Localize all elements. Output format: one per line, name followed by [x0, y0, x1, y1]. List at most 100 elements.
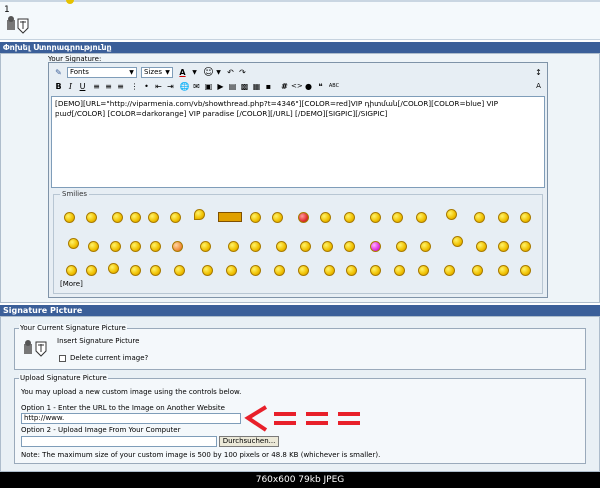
- switch-mode-icon[interactable]: ✎: [53, 67, 64, 78]
- smiley-icon[interactable]: [110, 241, 121, 252]
- smiley-icon[interactable]: [130, 212, 141, 223]
- smiley-icon[interactable]: [392, 212, 403, 223]
- gallery-icon[interactable]: ▩: [239, 81, 250, 92]
- balloon-smiley-icon[interactable]: [194, 209, 205, 220]
- smiley-icon[interactable]: [300, 241, 311, 252]
- align-right-icon[interactable]: ≡: [115, 81, 126, 92]
- sign-smiley-icon[interactable]: [218, 212, 242, 222]
- smiley-icon[interactable]: [68, 238, 79, 249]
- smiley-icon[interactable]: [452, 236, 463, 247]
- image-url-input[interactable]: http://www.: [21, 413, 241, 424]
- video-icon[interactable]: ▶: [215, 81, 226, 92]
- html-code-icon[interactable]: <>: [291, 81, 303, 92]
- smiley-icon[interactable]: [172, 241, 183, 252]
- smiley-icon[interactable]: [394, 265, 405, 276]
- align-center-icon[interactable]: ≡: [103, 81, 114, 92]
- smiley-icon[interactable]: [474, 212, 485, 223]
- smiley-icon[interactable]: [200, 241, 211, 252]
- smiley-icon[interactable]: [112, 212, 123, 223]
- delete-image-checkbox[interactable]: [59, 355, 66, 362]
- smiley-icon[interactable]: [88, 241, 99, 252]
- bold-icon[interactable]: B: [53, 81, 64, 92]
- color-dropdown-icon[interactable]: ▼: [189, 67, 200, 78]
- smiley-icon[interactable]: [498, 241, 509, 252]
- text-color-icon[interactable]: A: [177, 67, 188, 78]
- italic-icon[interactable]: I: [65, 81, 76, 92]
- smiley-icon[interactable]: [416, 212, 427, 223]
- smiley-icon[interactable]: [322, 241, 333, 252]
- smiley-icon[interactable]: [86, 212, 97, 223]
- font-size-icon[interactable]: A: [533, 81, 544, 92]
- code-icon[interactable]: #: [279, 81, 290, 92]
- smiley-icon[interactable]: [446, 209, 457, 220]
- smiley-icon[interactable]: [226, 265, 237, 276]
- smiley-icon[interactable]: [170, 212, 181, 223]
- smiley-icon[interactable]: [86, 265, 97, 276]
- signature-header: Փոխել Ստորագրությունը: [0, 42, 600, 53]
- smiley-icon[interactable]: [228, 241, 239, 252]
- smiley-icon[interactable]: [148, 212, 159, 223]
- quote-icon[interactable]: ❝: [315, 81, 326, 92]
- smiley-icon[interactable]: [420, 241, 431, 252]
- smiley-icon[interactable]: [418, 265, 429, 276]
- attach-icon[interactable]: ▤: [227, 81, 238, 92]
- smiley-icon[interactable]: [108, 263, 119, 274]
- smiley-icon[interactable]: [346, 265, 357, 276]
- signature-textarea[interactable]: [DEMO][URL="http://viparmenia.com/vb/sho…: [51, 96, 545, 188]
- smiley-icon[interactable]: [66, 265, 77, 276]
- smiley-icon[interactable]: [520, 241, 531, 252]
- resize-icon[interactable]: ↕: [533, 67, 544, 78]
- browse-button[interactable]: Durchsuchen...: [219, 436, 279, 447]
- smiley-icon[interactable]: [344, 241, 355, 252]
- redo-icon[interactable]: ↷: [237, 67, 248, 78]
- smiley-icon[interactable]: [344, 212, 355, 223]
- indent-icon[interactable]: ⇥: [165, 81, 176, 92]
- smiley-icon[interactable]: [130, 265, 141, 276]
- smiley-icon[interactable]: [64, 212, 75, 223]
- smiley-icon[interactable]: [476, 241, 487, 252]
- php-icon[interactable]: ●: [303, 81, 314, 92]
- smiley-icon[interactable]: [472, 265, 483, 276]
- upload-file-input[interactable]: [21, 436, 217, 447]
- smiley-icon[interactable]: [298, 265, 309, 276]
- smiley-icon[interactable]: [324, 265, 335, 276]
- smiley-icon[interactable]: [272, 212, 283, 223]
- smiley-icon[interactable]: [498, 265, 509, 276]
- spellcheck-icon[interactable]: ABC: [327, 81, 341, 92]
- smiley-icon[interactable]: [498, 212, 509, 223]
- smiley-icon[interactable]: [202, 265, 213, 276]
- smiley-icon[interactable]: [320, 212, 331, 223]
- smiley-icon[interactable]: [520, 212, 531, 223]
- unordered-list-icon[interactable]: •: [141, 81, 152, 92]
- smiley-icon[interactable]: [130, 241, 141, 252]
- angry-smiley-icon[interactable]: [298, 212, 309, 223]
- table-icon[interactable]: ▦: [251, 81, 262, 92]
- smiley-icon[interactable]: [150, 241, 161, 252]
- align-left-icon[interactable]: ≡: [91, 81, 102, 92]
- smiley-icon[interactable]: [274, 265, 285, 276]
- more-smilies-link[interactable]: [More]: [60, 280, 83, 288]
- smiley-icon[interactable]: [370, 212, 381, 223]
- outdent-icon[interactable]: ⇤: [153, 81, 164, 92]
- ordered-list-icon[interactable]: ⋮: [129, 81, 140, 92]
- underline-icon[interactable]: U: [77, 81, 88, 92]
- html-icon[interactable]: ▪: [263, 81, 274, 92]
- smiley-icon[interactable]: [276, 241, 287, 252]
- email-link-icon[interactable]: ✉: [191, 81, 202, 92]
- link-icon[interactable]: 🌐: [179, 81, 190, 92]
- font-select[interactable]: Fonts ▼: [67, 67, 137, 78]
- smiley-icon[interactable]: [250, 241, 261, 252]
- smiley-icon[interactable]: [250, 212, 261, 223]
- image-icon[interactable]: ▣: [203, 81, 214, 92]
- smiley-icon[interactable]: [520, 265, 531, 276]
- undo-icon[interactable]: ↶: [225, 67, 236, 78]
- smiley-icon[interactable]: [370, 265, 381, 276]
- size-select[interactable]: Sizes ▼: [141, 67, 173, 78]
- smilies-dropdown-icon[interactable]: ▼: [213, 67, 224, 78]
- smiley-icon[interactable]: [174, 265, 185, 276]
- smiley-icon[interactable]: [396, 241, 407, 252]
- smiley-icon[interactable]: [150, 265, 161, 276]
- smiley-icon[interactable]: [444, 265, 455, 276]
- smiley-icon[interactable]: [250, 265, 261, 276]
- smiley-icon[interactable]: [370, 241, 381, 252]
